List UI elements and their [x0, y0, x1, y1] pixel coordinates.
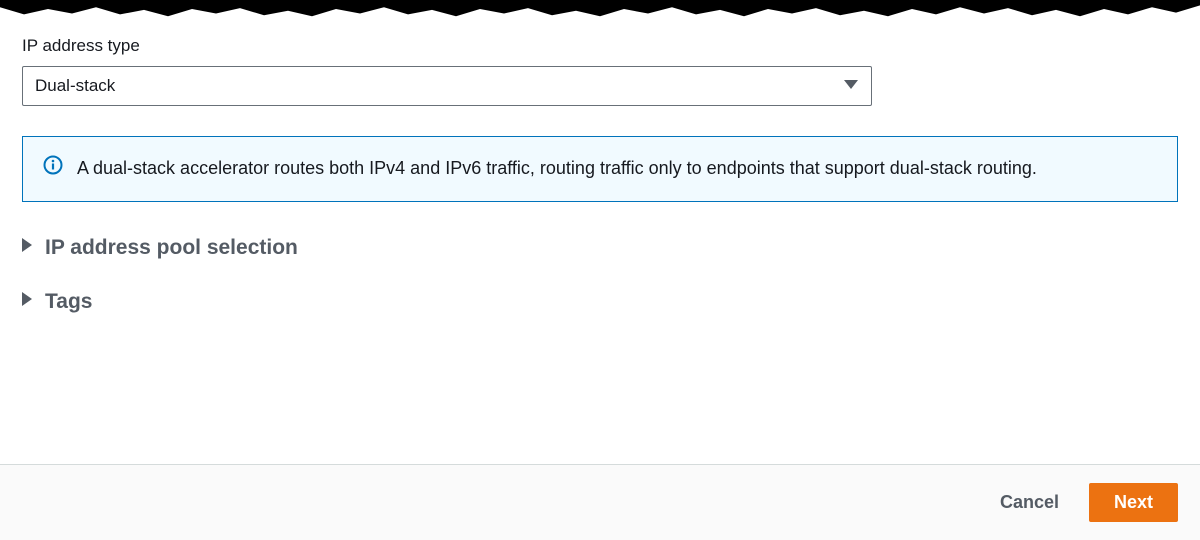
ip-address-type-select-value[interactable]: Dual-stack [22, 66, 872, 106]
tags-expander-label: Tags [45, 290, 92, 314]
ip-pool-expander[interactable]: IP address pool selection [22, 236, 1178, 260]
next-button[interactable]: Next [1089, 483, 1178, 522]
info-alert: A dual-stack accelerator routes both IPv… [22, 136, 1178, 202]
form-content: IP address type Dual-stack A dual-stack … [0, 18, 1200, 314]
info-icon [43, 155, 63, 183]
tags-expander[interactable]: Tags [22, 290, 1178, 314]
footer-actions: Cancel Next [0, 464, 1200, 540]
info-text: A dual-stack accelerator routes both IPv… [77, 155, 1037, 183]
caret-right-icon [22, 292, 33, 311]
torn-edge-decoration [0, 0, 1200, 18]
ip-address-type-label: IP address type [22, 36, 1178, 56]
ip-pool-expander-label: IP address pool selection [45, 236, 298, 260]
cancel-button[interactable]: Cancel [994, 484, 1065, 521]
caret-right-icon [22, 238, 33, 257]
ip-address-type-select[interactable]: Dual-stack [22, 66, 872, 106]
